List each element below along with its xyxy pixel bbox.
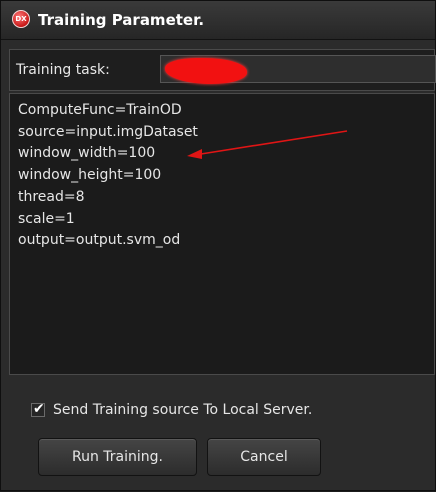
parameters-textarea[interactable]: ComputeFunc=TrainOD source=input.imgData…: [9, 93, 435, 375]
training-task-label: Training task:: [16, 62, 110, 78]
run-training-button[interactable]: Run Training.: [38, 438, 197, 476]
title-bar[interactable]: DX Training Parameter.: [1, 1, 435, 40]
param-line: window_width=100: [18, 145, 156, 162]
send-to-local-server-checkbox[interactable]: ✔: [31, 401, 45, 417]
param-line: source=input.imgDataset: [18, 123, 198, 140]
send-to-local-server-label[interactable]: Send Training source To Local Server.: [53, 402, 312, 418]
checkmark-icon: ✔: [33, 401, 45, 417]
param-line: ComputeFunc=TrainOD: [18, 102, 182, 118]
param-line: scale=1: [18, 210, 75, 227]
window-title: Training Parameter.: [38, 11, 205, 29]
param-line: output=output.svm_od: [18, 232, 181, 249]
app-icon: DX: [12, 10, 30, 28]
cancel-button[interactable]: Cancel: [207, 438, 321, 476]
param-line: thread=8: [18, 188, 85, 205]
param-line: window_height=100: [18, 167, 162, 184]
training-parameter-dialog: DX Training Parameter. Training task: Co…: [0, 0, 436, 491]
